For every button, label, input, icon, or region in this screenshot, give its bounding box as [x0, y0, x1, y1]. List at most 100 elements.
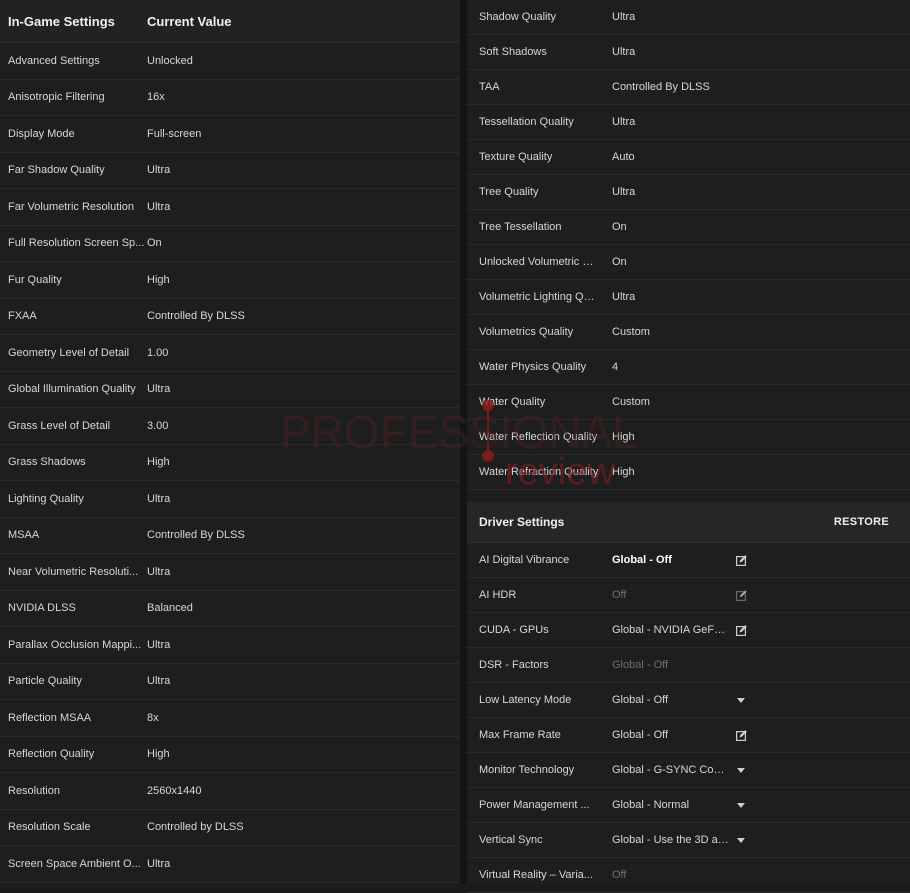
- setting-value: On: [147, 237, 162, 250]
- setting-name: Far Shadow Quality: [8, 164, 105, 177]
- driver-setting-row[interactable]: CUDA - GPUs Global - NVIDIA GeForc...: [467, 613, 910, 648]
- setting-name: Grass Shadows: [8, 456, 86, 469]
- setting-name: Virtual Reality – Varia...: [479, 869, 593, 881]
- driver-setting-row[interactable]: DSR - Factors Global - Off: [467, 648, 910, 683]
- setting-value: Global - NVIDIA GeForc...: [612, 624, 730, 636]
- setting-value: Ultra: [612, 291, 636, 303]
- setting-row: Grass Shadows High: [0, 445, 460, 481]
- setting-value: On: [612, 256, 627, 268]
- edit-icon: [734, 588, 748, 602]
- driver-settings-list: AI Digital Vibrance Global - Off AI HDR Off…: [467, 543, 910, 893]
- driver-setting-row[interactable]: Power Management ... Global - Normal: [467, 788, 910, 823]
- setting-value: Controlled By DLSS: [147, 529, 245, 542]
- setting-name: Tree Quality: [479, 186, 539, 198]
- setting-value: Ultra: [612, 186, 636, 198]
- setting-value: Off: [612, 869, 627, 881]
- setting-name: Grass Level of Detail: [8, 419, 111, 432]
- setting-name: Advanced Settings: [8, 54, 100, 67]
- setting-name: Low Latency Mode: [479, 694, 572, 706]
- edit-icon[interactable]: [734, 728, 748, 742]
- setting-row: Far Shadow Quality Ultra: [0, 153, 460, 189]
- setting-row: Water Quality Custom: [467, 385, 910, 420]
- driver-settings-title: Driver Settings: [479, 515, 565, 529]
- setting-name: MSAA: [8, 529, 40, 542]
- setting-value: Global - Off: [612, 729, 669, 741]
- setting-name: Water Physics Quality: [479, 361, 587, 373]
- setting-name: Global Illumination Quality: [8, 383, 136, 396]
- setting-name: Texture Quality: [479, 151, 553, 163]
- driver-setting-row[interactable]: Vertical Sync Global - Use the 3D app...: [467, 823, 910, 858]
- setting-value: Custom: [612, 396, 650, 408]
- setting-value: Balanced: [147, 602, 193, 615]
- setting-row: Water Reflection Quality High: [467, 420, 910, 455]
- setting-name: Lighting Quality: [8, 492, 84, 505]
- driver-setting-row[interactable]: AI Digital Vibrance Global - Off: [467, 543, 910, 578]
- driver-setting-row[interactable]: AI HDR Off: [467, 578, 910, 613]
- setting-row: Soft Shadows Ultra: [467, 35, 910, 70]
- setting-value: Ultra: [147, 383, 171, 396]
- setting-value: 1.00: [147, 346, 169, 359]
- no-control: [734, 868, 748, 882]
- setting-name: FXAA: [8, 310, 37, 323]
- setting-row: Tree Quality Ultra: [467, 175, 910, 210]
- dropdown-arrow-icon[interactable]: [734, 833, 748, 847]
- setting-name: Parallax Occlusion Mappi...: [8, 638, 142, 651]
- column-header-setting: In-Game Settings: [8, 13, 115, 29]
- driver-setting-row[interactable]: Max Frame Rate Global - Off: [467, 718, 910, 753]
- setting-value: High: [612, 431, 635, 443]
- setting-name: Monitor Technology: [479, 764, 575, 776]
- setting-name: AI HDR: [479, 589, 517, 601]
- setting-name: Full Resolution Screen Sp...: [8, 237, 145, 250]
- setting-row: Reflection MSAA 8x: [0, 700, 460, 737]
- setting-value: Global - G-SYNC Compa...: [612, 764, 730, 776]
- setting-value: Global - Off: [612, 554, 672, 566]
- edit-icon[interactable]: [734, 623, 748, 637]
- driver-setting-row[interactable]: Monitor Technology Global - G-SYNC Compa.…: [467, 753, 910, 788]
- setting-name: Particle Quality: [8, 675, 82, 688]
- setting-value: Global - Normal: [612, 799, 690, 811]
- setting-row: Parallax Occlusion Mappi... Ultra: [0, 627, 460, 664]
- setting-value: 3.00: [147, 419, 169, 432]
- setting-name: CUDA - GPUs: [479, 624, 549, 636]
- setting-value: Off: [612, 589, 627, 601]
- setting-name: Water Reflection Quality: [479, 431, 598, 443]
- driver-setting-row[interactable]: Low Latency Mode Global - Off: [467, 683, 910, 718]
- setting-value: Ultra: [147, 492, 171, 505]
- setting-value: Global - Off: [612, 659, 669, 671]
- setting-row: NVIDIA DLSS Balanced: [0, 591, 460, 627]
- dropdown-arrow-icon[interactable]: [734, 763, 748, 777]
- setting-value: Ultra: [147, 857, 171, 870]
- setting-value: 8x: [147, 711, 159, 724]
- driver-setting-row[interactable]: Virtual Reality – Varia... Off: [467, 858, 910, 893]
- setting-name: Volumetrics Quality: [479, 326, 574, 338]
- setting-row: Advanced Settings Unlocked: [0, 43, 460, 80]
- setting-row: Far Volumetric Resolution Ultra: [0, 189, 460, 226]
- setting-name: Vertical Sync: [479, 834, 543, 846]
- restore-button[interactable]: RESTORE: [834, 516, 910, 528]
- setting-name: Water Quality: [479, 396, 546, 408]
- setting-value: Auto: [612, 151, 635, 163]
- setting-value: High: [612, 466, 635, 478]
- setting-name: Fur Quality: [8, 273, 62, 286]
- setting-value: Ultra: [612, 11, 636, 23]
- in-game-settings-header: In-Game Settings Current Value: [0, 0, 460, 43]
- in-game-settings-list-continued: Shadow Quality Ultra Soft Shadows Ultra TAA C…: [467, 0, 910, 490]
- setting-row: Screen Space Ambient O... Ultra: [0, 846, 460, 883]
- setting-value: 16x: [147, 91, 165, 104]
- setting-value: Controlled by DLSS: [147, 821, 244, 834]
- setting-row: Unlocked Volumetric Ray... On: [467, 245, 910, 280]
- dropdown-arrow-icon[interactable]: [734, 693, 748, 707]
- setting-name: Reflection MSAA: [8, 711, 92, 724]
- edit-icon[interactable]: [734, 553, 748, 567]
- setting-name: Max Frame Rate: [479, 729, 561, 741]
- setting-value: High: [147, 748, 170, 761]
- setting-row: FXAA Controlled By DLSS: [0, 299, 460, 335]
- setting-name: Tessellation Quality: [479, 116, 574, 128]
- setting-name: DSR - Factors: [479, 659, 549, 671]
- setting-row: Lighting Quality Ultra: [0, 481, 460, 518]
- settings-panel-right: Shadow Quality Ultra Soft Shadows Ultra TAA C…: [467, 0, 910, 893]
- setting-row: Shadow Quality Ultra: [467, 0, 910, 35]
- dropdown-arrow-icon[interactable]: [734, 798, 748, 812]
- driver-settings-header: Driver Settings RESTORE: [467, 502, 910, 543]
- in-game-settings-panel: In-Game Settings Current Value Advanced …: [0, 0, 460, 884]
